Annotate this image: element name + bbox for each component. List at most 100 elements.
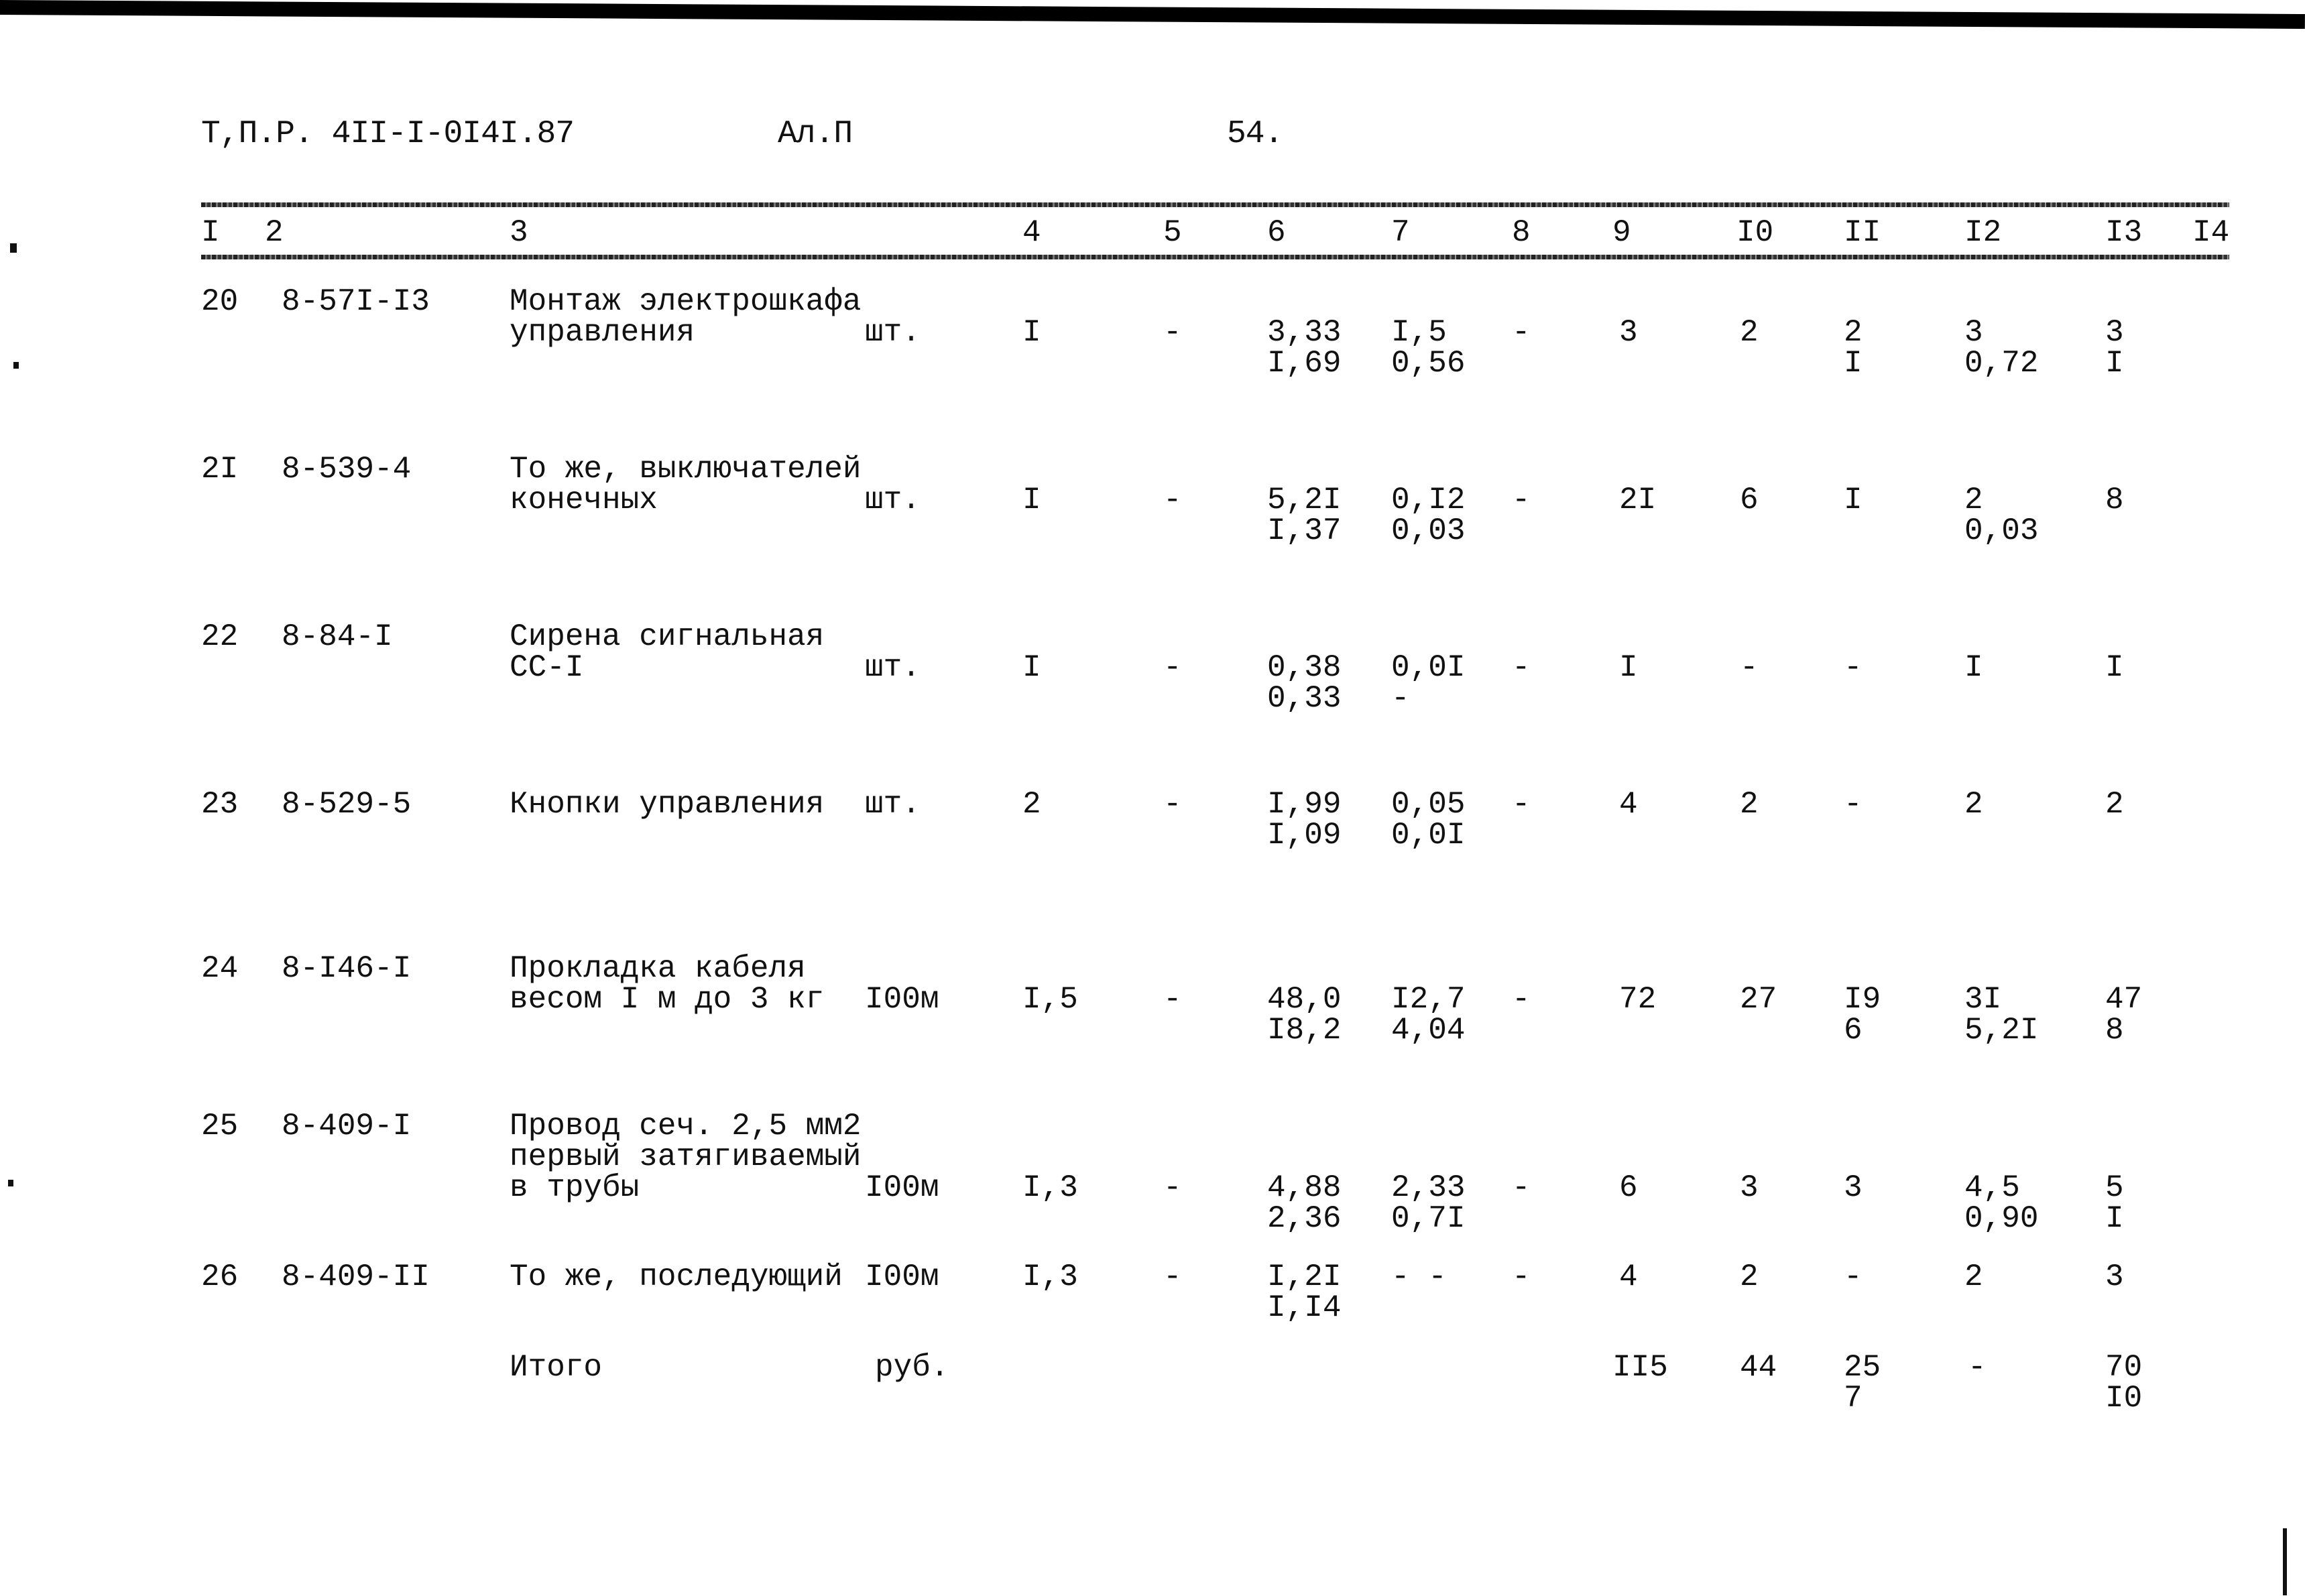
col-10-value: 2 — [1740, 1260, 1759, 1294]
scan-speck — [13, 362, 19, 369]
column-header-3: 3 — [510, 215, 528, 250]
col-10-value: 3 — [1740, 1170, 1759, 1205]
unit: I00м — [865, 1260, 939, 1294]
col-11-value: 6 — [1844, 1013, 1863, 1048]
scan-top-edge — [0, 0, 2305, 29]
unit: I00м — [865, 982, 939, 1017]
rate-code: 8-409-II — [282, 1260, 430, 1294]
col-7-value: 0,I2 — [1391, 483, 1466, 517]
col-7-value: I,5 — [1391, 315, 1447, 350]
col-8-value: - — [1512, 315, 1531, 350]
column-header-14: I4 — [2192, 215, 2230, 250]
col-11-value: - — [1844, 787, 1863, 822]
unit: шт. — [865, 483, 921, 517]
col-10-value: 2 — [1740, 315, 1759, 350]
unit: шт. — [865, 787, 921, 822]
col-11-value: I — [1844, 483, 1863, 517]
col-7-value: 0,56 — [1391, 346, 1466, 381]
scan-edge-mark — [2283, 1528, 2287, 1595]
col-5-value: - — [1163, 650, 1182, 685]
column-header-10: I0 — [1736, 215, 1774, 250]
row-number: 23 — [201, 787, 239, 822]
row-number: 26 — [201, 1260, 239, 1294]
column-header-1: I — [201, 215, 220, 250]
col-12-value: 3I — [1964, 982, 2002, 1017]
unit: I00м — [865, 1170, 939, 1205]
col-12-value: 2 — [1964, 1260, 1983, 1294]
col-13-value: 8 — [2105, 483, 2124, 517]
work-description: То же, последующий — [510, 1260, 843, 1294]
col-7-value: I2,7 — [1391, 982, 1466, 1017]
col-12-value: 0,72 — [1964, 346, 2039, 381]
rate-code: 8-84-I — [282, 619, 393, 654]
col-13-value: 8 — [2105, 1013, 2124, 1048]
rate-code: 8-529-5 — [282, 787, 412, 822]
col-12-value: 5,2I — [1964, 1013, 2039, 1048]
col-7-value: 0,0I — [1391, 650, 1466, 685]
col-8-value: - — [1512, 483, 1531, 517]
work-description: Кнопки управления — [510, 787, 825, 822]
col-7-value: 0,7I — [1391, 1201, 1466, 1236]
col-8-value: - — [1512, 787, 1531, 822]
work-description: Провод сеч. 2,5 мм2 — [510, 1109, 862, 1144]
column-header-2: 2 — [265, 215, 284, 250]
col-5-value: - — [1163, 982, 1182, 1017]
scan-speck — [8, 1180, 13, 1186]
col-6-value: 2,36 — [1267, 1201, 1342, 1236]
quantity: I,3 — [1022, 1170, 1078, 1205]
quantity: I — [1022, 650, 1041, 685]
col-10-value: 27 — [1740, 982, 1777, 1017]
unit: шт. — [865, 315, 921, 350]
row-number: 25 — [201, 1109, 239, 1144]
scan-speck — [10, 243, 17, 253]
work-description: в трубы — [510, 1170, 640, 1205]
col-12-value: 0,90 — [1964, 1201, 2039, 1236]
col-13-value: 47 — [2105, 982, 2143, 1017]
rate-code: 8-409-I — [282, 1109, 412, 1144]
col-6-value: I,99 — [1267, 787, 1342, 822]
total-label: Итого — [510, 1350, 603, 1385]
col-12-value: 0,03 — [1964, 513, 2039, 548]
col-11-value: I — [1844, 346, 1863, 381]
col-12-value: 3 — [1964, 315, 1983, 350]
table-header-rule — [201, 255, 2229, 259]
work-description: конечных — [510, 483, 658, 517]
column-header-4: 4 — [1022, 215, 1041, 250]
col-9-value: 4 — [1619, 1260, 1638, 1294]
col-12-value: I — [1964, 650, 1983, 685]
row-number: 22 — [201, 619, 239, 654]
col-11-value: 3 — [1844, 1170, 1863, 1205]
col-7-value: 0,05 — [1391, 787, 1466, 822]
col-5-value: - — [1163, 1170, 1182, 1205]
total-col-13: 70 — [2105, 1350, 2143, 1385]
col-13-value: 5 — [2105, 1170, 2124, 1205]
col-11-value: - — [1844, 650, 1863, 685]
quantity: 2 — [1022, 787, 1041, 822]
col-9-value: 6 — [1619, 1170, 1638, 1205]
col-11-value: - — [1844, 1260, 1863, 1294]
work-description: Прокладка кабеля — [510, 951, 806, 986]
work-description: Монтаж электрошкафа — [510, 284, 862, 319]
total-unit: руб. — [875, 1350, 949, 1385]
col-13-value: 2 — [2105, 787, 2124, 822]
col-12-value: 2 — [1964, 483, 1983, 517]
page-number: 54. — [1227, 116, 1283, 152]
quantity: I — [1022, 315, 1041, 350]
col-10-value: 2 — [1740, 787, 1759, 822]
col-6-value: 5,2I — [1267, 483, 1342, 517]
column-header-13: I3 — [2105, 215, 2143, 250]
col-6-value: 0,33 — [1267, 681, 1342, 716]
col-9-value: 4 — [1619, 787, 1638, 822]
rate-code: 8-57I-I3 — [282, 284, 430, 319]
col-12-value: 2 — [1964, 787, 1983, 822]
total-col-11: 7 — [1844, 1381, 1863, 1416]
col-6-value: I8,2 — [1267, 1013, 1342, 1048]
col-5-value: - — [1163, 787, 1182, 822]
album-label: Ал.П — [778, 116, 853, 152]
col-13-value: I — [2105, 1201, 2124, 1236]
col-11-value: 2 — [1844, 315, 1863, 350]
column-header-8: 8 — [1512, 215, 1531, 250]
work-description: управления — [510, 315, 695, 350]
col-7-value: 4,04 — [1391, 1013, 1466, 1048]
total-col-10: 44 — [1740, 1350, 1777, 1385]
